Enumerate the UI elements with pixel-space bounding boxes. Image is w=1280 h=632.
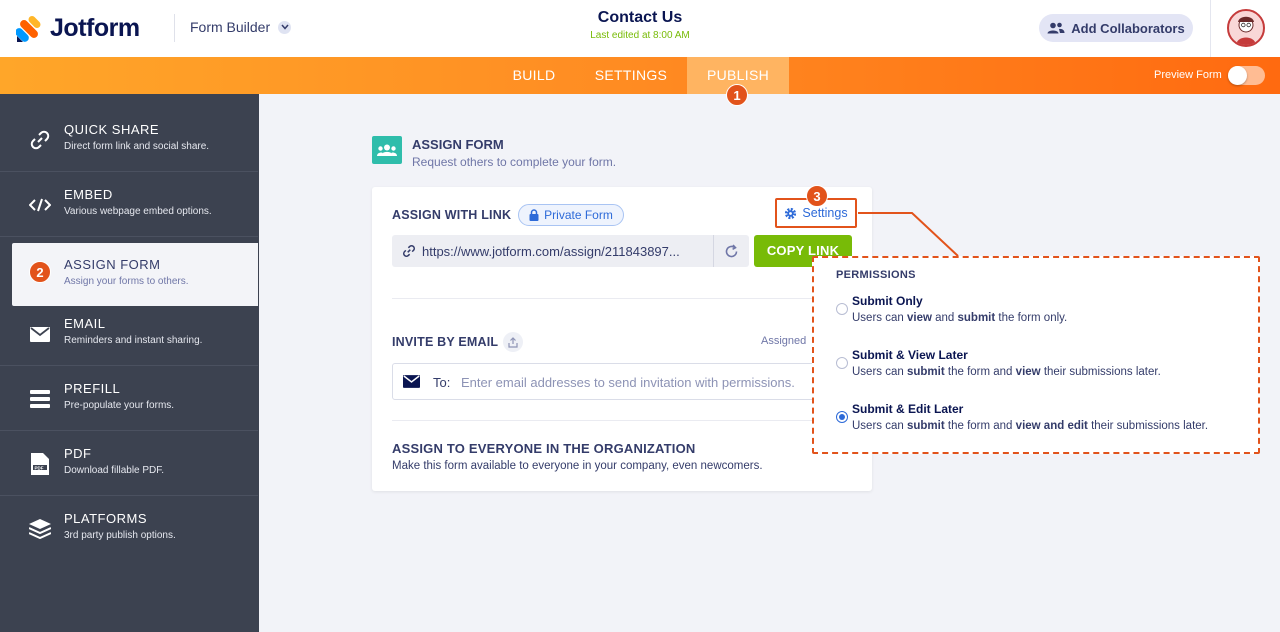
preview-toggle-knob bbox=[1228, 66, 1247, 85]
gear-icon bbox=[785, 207, 797, 219]
radio-submit-view[interactable] bbox=[836, 357, 848, 369]
refresh-link-button[interactable] bbox=[713, 235, 749, 267]
user-avatar-icon bbox=[1236, 16, 1256, 45]
upload-icon[interactable] bbox=[503, 332, 523, 352]
option-title: Submit & Edit Later bbox=[852, 402, 964, 416]
brand-name: Jotform bbox=[50, 14, 140, 42]
invite-by-email-label: INVITE BY EMAIL bbox=[392, 335, 499, 349]
sidebar-item-sub: Download fillable PDF. bbox=[64, 465, 165, 476]
step-badge-1: 1 bbox=[726, 84, 748, 106]
lock-icon bbox=[529, 209, 539, 221]
prefill-icon bbox=[28, 387, 52, 411]
assigned-count-label[interactable]: Assigned bbox=[761, 335, 806, 347]
option-description: Users can submit the form and view and e… bbox=[852, 420, 1209, 432]
last-edited-text: Last edited at 8:00 AM bbox=[590, 30, 690, 41]
sidebar-item-label: PLATFORMS bbox=[64, 511, 147, 526]
option-description: Users can submit the form and view their… bbox=[852, 366, 1161, 378]
pdf-icon: PDF bbox=[28, 452, 52, 476]
assign-organization-desc: Make this form available to everyone in … bbox=[392, 460, 763, 472]
page-title: ASSIGN FORM bbox=[412, 137, 504, 152]
sidebar-item-label: PDF bbox=[64, 446, 92, 461]
settings-label: Settings bbox=[802, 206, 848, 220]
option-description: Users can view and submit the form only. bbox=[852, 312, 1068, 324]
envelope-icon bbox=[28, 322, 52, 346]
assign-card: ASSIGN WITH LINK Private Form Settings h… bbox=[372, 187, 872, 491]
divider bbox=[1210, 0, 1211, 57]
svg-text:PDF: PDF bbox=[35, 465, 44, 470]
email-placeholder: Enter email addresses to send invitation… bbox=[461, 375, 795, 390]
main-nav: BUILD SETTINGS PUBLISH Preview Form bbox=[0, 57, 1280, 94]
sidebar-item-label: EMAIL bbox=[64, 316, 106, 331]
add-collaborators-button[interactable]: Add Collaborators bbox=[1039, 14, 1193, 42]
sidebar-item-label: EMBED bbox=[64, 187, 113, 202]
permission-option-submit-edit[interactable]: Submit & Edit Later Users can submit the… bbox=[836, 402, 1256, 442]
step-badge-3: 3 bbox=[806, 185, 828, 207]
assign-organization-title: ASSIGN TO EVERYONE IN THE ORGANIZATION bbox=[392, 441, 696, 456]
sidebar-item-label: QUICK SHARE bbox=[64, 122, 160, 137]
sidebar-item-sub: Assign your forms to others. bbox=[64, 276, 189, 287]
link-icon bbox=[28, 128, 52, 152]
private-form-label: Private Form bbox=[544, 208, 613, 222]
sidebar-item-sub: Direct form link and social share. bbox=[64, 141, 210, 152]
option-title: Submit & View Later bbox=[852, 348, 968, 362]
publish-sidebar: QUICK SHARE Direct form link and social … bbox=[0, 94, 259, 632]
form-builder-dropdown[interactable]: Form Builder bbox=[190, 19, 292, 35]
preview-form-label: Preview Form bbox=[1154, 69, 1222, 81]
jotform-logo-icon bbox=[16, 15, 41, 42]
assign-with-link-label: ASSIGN WITH LINK bbox=[392, 208, 512, 222]
chevron-down-icon bbox=[278, 20, 292, 34]
link-icon bbox=[402, 244, 416, 261]
layers-icon bbox=[28, 517, 52, 541]
sidebar-item-label: PREFILL bbox=[64, 381, 121, 396]
sidebar-item-prefill[interactable]: PREFILL Pre-populate your forms. bbox=[0, 367, 258, 431]
permissions-popover: PERMISSIONS Submit Only Users can view a… bbox=[812, 256, 1260, 454]
sidebar-item-platforms[interactable]: PLATFORMS 3rd party publish options. bbox=[0, 497, 258, 561]
permission-option-submit-view[interactable]: Submit & View Later Users can submit the… bbox=[836, 348, 1256, 388]
avatar[interactable] bbox=[1227, 9, 1265, 47]
sidebar-item-pdf[interactable]: PDF PDF Download fillable PDF. bbox=[0, 432, 258, 496]
sidebar-item-sub: Reminders and instant sharing. bbox=[64, 335, 203, 346]
assign-link-field[interactable]: https://www.jotform.com/assign/211843897… bbox=[392, 235, 749, 267]
form-title-block: Contact Us Last edited at 8:00 AM bbox=[540, 9, 740, 41]
sidebar-item-email[interactable]: EMAIL Reminders and instant sharing. bbox=[0, 302, 258, 366]
radio-submit-edit[interactable] bbox=[836, 411, 848, 423]
permission-option-submit-only[interactable]: Submit Only Users can view and submit th… bbox=[836, 294, 1256, 334]
users-icon bbox=[1047, 22, 1065, 34]
step-badge-2: 2 bbox=[29, 261, 51, 283]
sidebar-item-sub: Various webpage embed options. bbox=[64, 206, 212, 217]
radio-submit-only[interactable] bbox=[836, 303, 848, 315]
permissions-title: PERMISSIONS bbox=[836, 269, 916, 281]
sidebar-item-sub: Pre-populate your forms. bbox=[64, 400, 175, 411]
tab-settings[interactable]: SETTINGS bbox=[585, 57, 677, 94]
assign-link-url: https://www.jotform.com/assign/211843897… bbox=[422, 244, 680, 259]
code-icon bbox=[28, 193, 52, 217]
refresh-icon bbox=[725, 243, 738, 257]
sidebar-item-sub: 3rd party publish options. bbox=[64, 530, 176, 541]
sidebar-item-quick-share[interactable]: QUICK SHARE Direct form link and social … bbox=[0, 108, 258, 172]
jotform-logo[interactable]: Jotform bbox=[16, 14, 140, 43]
form-builder-label: Form Builder bbox=[190, 19, 271, 35]
add-collaborators-label: Add Collaborators bbox=[1071, 20, 1185, 36]
tab-build[interactable]: BUILD bbox=[496, 57, 572, 94]
form-title[interactable]: Contact Us bbox=[540, 9, 740, 27]
page-subtitle: Request others to complete your form. bbox=[412, 155, 617, 169]
private-form-badge[interactable]: Private Form bbox=[518, 204, 624, 226]
divider bbox=[392, 298, 852, 299]
to-label: To: bbox=[433, 375, 451, 390]
envelope-icon bbox=[403, 375, 420, 393]
invite-email-input[interactable]: To: Enter email addresses to send invita… bbox=[392, 363, 832, 400]
divider bbox=[174, 14, 175, 42]
sidebar-item-label: ASSIGN FORM bbox=[64, 257, 161, 272]
group-icon bbox=[372, 136, 402, 164]
option-title: Submit Only bbox=[852, 294, 923, 308]
divider bbox=[392, 420, 852, 421]
sidebar-item-embed[interactable]: EMBED Various webpage embed options. bbox=[0, 173, 258, 237]
top-bar: Jotform Form Builder Contact Us Last edi… bbox=[0, 0, 1280, 57]
